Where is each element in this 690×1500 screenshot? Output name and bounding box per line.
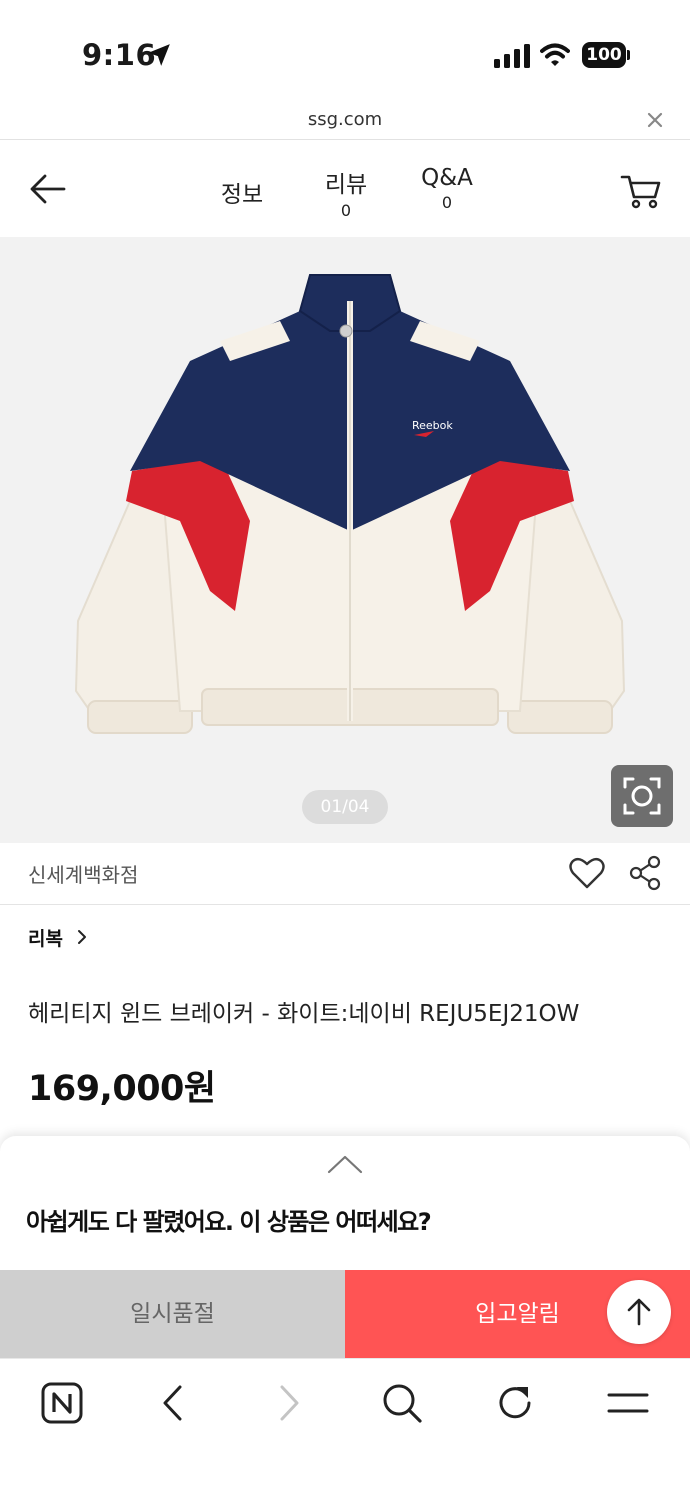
naver-home-icon[interactable]	[40, 1381, 84, 1425]
recommendation-sheet: 아쉽게도 다 팔렸어요. 이 상품은 어떠세요?	[0, 1136, 690, 1270]
tab-review-label: 리뷰	[324, 172, 368, 198]
tab-info-label: 정보	[220, 182, 264, 208]
chevron-right-icon[interactable]	[266, 1381, 310, 1425]
product-photo-jacket: Reebok	[74, 274, 626, 734]
status-bar: 9:16 100	[0, 0, 690, 100]
url-text[interactable]: ssg.com	[0, 109, 690, 130]
chevron-left-icon[interactable]	[152, 1381, 196, 1425]
tab-qa[interactable]: Q&A 0	[412, 165, 482, 212]
signal-icon	[494, 44, 530, 68]
tab-qa-label: Q&A	[421, 165, 473, 191]
location-arrow-icon	[148, 44, 170, 66]
soldout-message: 아쉽게도 다 팔렸어요. 이 상품은 어떠세요?	[26, 1208, 432, 1236]
arrow-up-icon	[627, 1298, 651, 1326]
store-name[interactable]: 신세계백화점	[28, 859, 138, 888]
tab-qa-count: 0	[441, 193, 453, 212]
cart-icon[interactable]	[620, 171, 662, 211]
tab-review-count: 0	[340, 201, 352, 220]
refresh-icon[interactable]	[493, 1381, 537, 1425]
tab-review[interactable]: 리뷰 0	[316, 165, 376, 220]
close-icon[interactable]	[644, 109, 666, 131]
product-logo-text: Reebok	[412, 419, 453, 432]
lens-icon	[623, 777, 661, 815]
tab-info[interactable]: 정보	[212, 175, 272, 209]
product-image-gallery[interactable]: Reebok 01/04	[0, 237, 690, 843]
brand-link[interactable]: 리복	[28, 924, 89, 950]
heart-icon[interactable]	[568, 855, 606, 891]
share-icon[interactable]	[628, 855, 662, 891]
url-bar[interactable]: ssg.com	[0, 100, 690, 140]
browser-toolbar	[0, 1358, 690, 1500]
product-price: 169,000원	[28, 1069, 216, 1109]
image-counter: 01/04	[302, 790, 388, 824]
brand-name: 리복	[28, 927, 63, 950]
wifi-icon	[540, 43, 570, 66]
soldout-button[interactable]: 일시품절	[0, 1270, 345, 1358]
store-row: 신세계백화점	[0, 843, 690, 905]
visual-search-button[interactable]	[611, 765, 673, 827]
back-arrow-icon[interactable]	[28, 171, 68, 207]
chevron-up-icon[interactable]	[327, 1154, 363, 1174]
battery-icon: 100	[582, 42, 630, 68]
chevron-right-icon	[77, 930, 86, 944]
battery-level: 100	[582, 42, 626, 68]
search-icon[interactable]	[380, 1381, 424, 1425]
product-title: 헤리티지 윈드 브레이커 - 화이트:네이비 REJU5EJ21OW	[28, 1001, 580, 1027]
scroll-to-top-button[interactable]	[607, 1280, 671, 1344]
menu-icon[interactable]	[606, 1381, 650, 1425]
product-nav-header: 정보 리뷰 0 Q&A 0	[0, 141, 690, 237]
